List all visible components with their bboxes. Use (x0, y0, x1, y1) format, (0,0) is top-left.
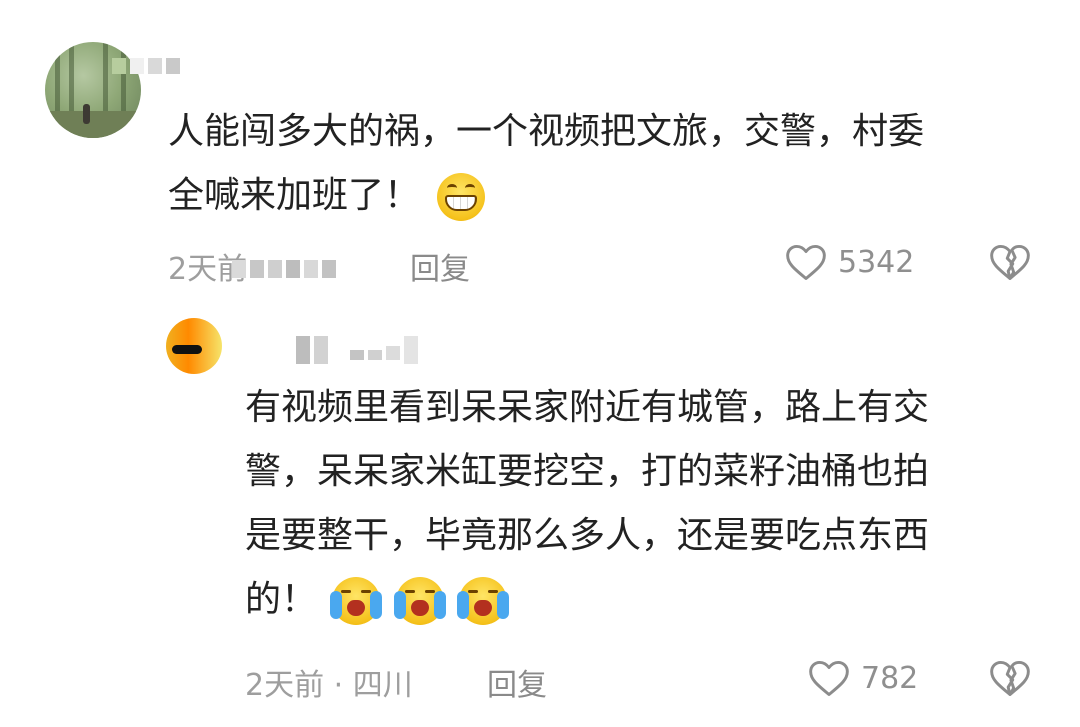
reply-line: 警，呆呆家米缸要挖空，打的菜籽油桶也拍 (245, 451, 930, 492)
comment-line: 全喊来加班了！ (168, 175, 421, 216)
commenter-avatar[interactable] (45, 42, 141, 138)
crying-face-icon (393, 577, 446, 625)
heart-outline-icon (786, 244, 826, 280)
reply-time-location: 2天前 · 四川 (245, 668, 413, 703)
like-count: 782 (861, 660, 919, 696)
reply-line: 有视频里看到呆呆家附近有城管，路上有交 (245, 387, 930, 428)
dislike-button[interactable] (988, 240, 1032, 288)
broken-heart-icon (990, 244, 1030, 280)
crying-face-icon (457, 577, 510, 625)
heart-outline-icon (809, 660, 849, 696)
comment-line: 人能闯多大的祸，一个视频把文旅，交警，村委 (168, 111, 925, 152)
like-button[interactable]: 782 (807, 656, 918, 700)
reply-avatar[interactable] (166, 318, 222, 374)
reply-button[interactable]: 回复 (410, 244, 470, 288)
dislike-button[interactable] (988, 656, 1032, 704)
comment-text: 人能闯多大的祸，一个视频把文旅，交警，村委 全喊来加班了！ (168, 100, 924, 228)
like-button[interactable]: 5342 (784, 240, 914, 284)
grinning-teeth-face-icon (437, 173, 486, 221)
like-count: 5342 (838, 244, 915, 280)
blurred-username (112, 58, 180, 74)
reply-text: 有视频里看到呆呆家附近有城管，路上有交 警，呆呆家米缸要挖空，打的菜籽油桶也拍 … (245, 376, 929, 632)
crying-face-icon (330, 577, 383, 625)
reply-line: 是要整干，毕竟那么多人，还是要吃点东西 (245, 515, 930, 556)
reply-button[interactable]: 回复 (487, 660, 547, 704)
blurred-location (232, 260, 336, 278)
broken-heart-icon (990, 660, 1030, 696)
blurred-username (296, 336, 418, 364)
reply-line: 的！ (245, 579, 318, 620)
